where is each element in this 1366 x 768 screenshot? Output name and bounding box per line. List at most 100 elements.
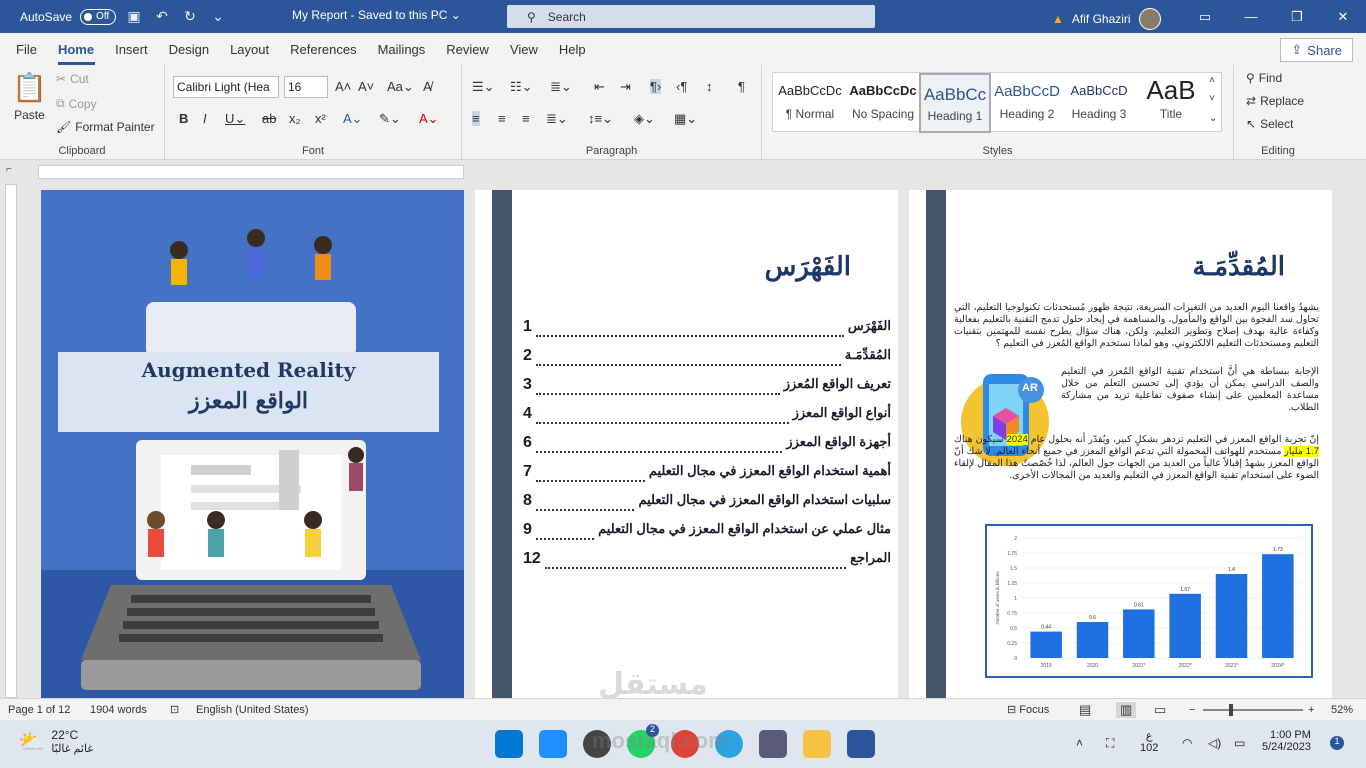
zoom-out-icon[interactable]: − bbox=[1189, 704, 1195, 716]
justify-icon[interactable]: ≣⌄ bbox=[546, 111, 568, 127]
find-button[interactable]: ⚲ Find bbox=[1246, 71, 1282, 85]
search-box[interactable]: ⚲ Search bbox=[507, 5, 875, 28]
sort-icon[interactable]: ↕ bbox=[706, 79, 713, 94]
page-count[interactable]: Page 1 of 12 bbox=[8, 704, 86, 716]
proofing-icon[interactable]: ⊡ bbox=[170, 703, 196, 716]
tab-layout[interactable]: Layout bbox=[230, 42, 286, 57]
autosave-toggle[interactable]: Off bbox=[80, 8, 117, 25]
font-size-box[interactable]: 16 bbox=[284, 76, 328, 98]
web-layout-icon[interactable]: ▭ bbox=[1154, 702, 1166, 718]
font-name-box[interactable]: Calibri Light (Hea bbox=[173, 76, 279, 98]
restore-icon[interactable]: ❐ bbox=[1274, 0, 1320, 33]
style-no-spacing[interactable]: AaBbCcDc No Spacing bbox=[847, 73, 919, 133]
show-marks-icon[interactable]: ¶ bbox=[738, 79, 745, 94]
clear-format-icon[interactable]: A̸ bbox=[423, 79, 432, 94]
format-painter-button[interactable]: 🖌 Format Painter bbox=[56, 120, 155, 134]
save-icon[interactable]: ▣ bbox=[124, 8, 144, 25]
multilevel-list-icon[interactable]: ≣⌄ bbox=[550, 79, 572, 95]
user-name[interactable]: Afif Ghaziri bbox=[1072, 12, 1131, 26]
battery-icon[interactable]: ▭ bbox=[1234, 736, 1245, 750]
ltr-icon[interactable]: ¶› bbox=[650, 79, 662, 94]
style-title[interactable]: AaB Title bbox=[1135, 73, 1207, 133]
tab-insert[interactable]: Insert bbox=[115, 42, 165, 57]
toc-item[interactable]: سلبيات استخدام الواقع المعزز في مجال الت… bbox=[523, 492, 891, 521]
read-mode-icon[interactable]: ▤ bbox=[1079, 702, 1091, 718]
tab-file[interactable]: File bbox=[16, 42, 54, 57]
toc-item[interactable]: مثال عملي عن استخدام الواقع المعزز في مج… bbox=[523, 521, 891, 550]
zoom-level[interactable]: 52% bbox=[1331, 704, 1353, 716]
style-heading-3[interactable]: AaBbCcD Heading 3 bbox=[1063, 73, 1135, 133]
tab-help[interactable]: Help bbox=[559, 42, 603, 57]
word-count[interactable]: 1904 words bbox=[90, 704, 170, 716]
tab-selector-icon[interactable]: ⌐ bbox=[6, 164, 12, 175]
line-spacing-icon[interactable]: ↕≡⌄ bbox=[588, 111, 613, 127]
clock[interactable]: 1:00 PM 5/24/2023 bbox=[1262, 729, 1311, 753]
grow-font-icon[interactable]: A˄ bbox=[335, 79, 351, 94]
cut-button[interactable]: ✂ Cut bbox=[56, 72, 89, 86]
minimize-icon[interactable]: — bbox=[1228, 0, 1274, 33]
underline-icon[interactable]: U⌄ bbox=[225, 111, 245, 127]
tray-chevron-icon[interactable]: ˄ bbox=[1076, 736, 1083, 750]
toc-item[interactable]: المُقدِّمَـة 2 bbox=[523, 347, 891, 376]
borders-icon[interactable]: ▦⌄ bbox=[674, 111, 697, 127]
tab-mailings[interactable]: Mailings bbox=[378, 42, 443, 57]
language[interactable]: English (United States) bbox=[196, 704, 309, 716]
input-language[interactable]: ع 102 bbox=[1140, 729, 1158, 754]
tab-home[interactable]: Home bbox=[57, 42, 111, 65]
styles-up-icon[interactable]: ˄ bbox=[1209, 75, 1215, 86]
redo-icon[interactable]: ↻ bbox=[180, 8, 200, 25]
align-right-icon[interactable]: ≡ bbox=[522, 111, 530, 126]
ribbon-display-icon[interactable]: ▭ bbox=[1182, 0, 1228, 33]
volume-icon[interactable]: ◁) bbox=[1208, 736, 1221, 750]
file-explorer-icon[interactable] bbox=[803, 730, 831, 758]
toc-item[interactable]: أجهزة الواقع المعزز 6 bbox=[523, 434, 891, 463]
toc-item[interactable]: أنواع الواقع المعزز 4 bbox=[523, 405, 891, 434]
focus-button[interactable]: ⊟ Focus bbox=[1007, 703, 1049, 716]
toc-item[interactable]: المراجع 12 bbox=[523, 550, 891, 579]
numbering-icon[interactable]: ☷⌄ bbox=[510, 79, 533, 95]
strikethrough-icon[interactable]: ab bbox=[262, 111, 276, 126]
start-icon[interactable] bbox=[495, 730, 523, 758]
bullets-icon[interactable]: ☰⌄ bbox=[472, 79, 495, 95]
paste-button[interactable]: 📋 Paste bbox=[12, 71, 47, 122]
tab-review[interactable]: Review bbox=[446, 42, 506, 57]
increase-indent-icon[interactable]: ⇥ bbox=[620, 79, 631, 95]
shading-icon[interactable]: ◈⌄ bbox=[634, 111, 655, 127]
zoom-in-icon[interactable]: + bbox=[1308, 704, 1314, 716]
mail-icon[interactable] bbox=[539, 730, 567, 758]
style-heading-2[interactable]: AaBbCcD Heading 2 bbox=[991, 73, 1063, 133]
copy-button[interactable]: ⧉ Copy bbox=[56, 96, 97, 111]
share-button[interactable]: ⇪ Share bbox=[1280, 38, 1353, 62]
network-app-icon[interactable]: ⛶ bbox=[1106, 736, 1114, 751]
rtl-icon[interactable]: ‹¶ bbox=[676, 79, 687, 94]
toc-page[interactable]: الفَهْرَس الفَهْرَس 1 المُقدِّمَـة 2 تعريف… bbox=[475, 190, 898, 698]
wifi-icon[interactable]: ◠ bbox=[1182, 736, 1192, 750]
italic-icon[interactable]: I bbox=[203, 111, 207, 126]
notification-count[interactable]: 1 bbox=[1330, 736, 1344, 750]
style-normal[interactable]: AaBbCcDc ¶ Normal bbox=[774, 73, 846, 133]
font-color-icon[interactable]: A⌄ bbox=[419, 111, 439, 127]
avatar[interactable] bbox=[1138, 8, 1161, 30]
superscript-icon[interactable]: x² bbox=[315, 111, 326, 126]
weather-widget[interactable]: ⛅ 22°C غائم غالبًا bbox=[18, 728, 93, 755]
toc-item[interactable]: تعريف الواقع المُعزز 3 bbox=[523, 376, 891, 405]
word-icon[interactable] bbox=[847, 730, 875, 758]
cover-page[interactable]: Augmented Reality الواقع المعزز bbox=[41, 190, 464, 698]
replace-button[interactable]: ⇄ Replace bbox=[1246, 94, 1304, 108]
close-icon[interactable]: ✕ bbox=[1320, 0, 1366, 33]
align-center-icon[interactable]: ≡ bbox=[498, 111, 506, 126]
tab-references[interactable]: References bbox=[290, 42, 373, 57]
users-chart[interactable]: 0 0.25 0.5 0.75 1 1.25 1.5 1.75 2 Number of users… bbox=[985, 524, 1313, 678]
tab-view[interactable]: View bbox=[510, 42, 555, 57]
tab-design[interactable]: Design bbox=[169, 42, 226, 57]
align-left-icon[interactable]: ≡ bbox=[472, 111, 480, 126]
toc-item[interactable]: الفَهْرَس 1 bbox=[523, 318, 891, 347]
intro-page[interactable]: المُقدِّمَـة يشهدُ واقعنا اليوم العديد م… bbox=[909, 190, 1332, 698]
styles-down-icon[interactable]: ˅ bbox=[1209, 93, 1215, 104]
subscript-icon[interactable]: x₂ bbox=[289, 111, 301, 126]
calculator-icon[interactable] bbox=[759, 730, 787, 758]
toc-item[interactable]: أهمية استخدام الواقع المعزز في مجال التع… bbox=[523, 463, 891, 492]
zoom-slider[interactable] bbox=[1203, 704, 1303, 716]
undo-icon[interactable]: ↶ bbox=[152, 8, 172, 25]
text-effects-icon[interactable]: A⌄ bbox=[343, 111, 363, 127]
